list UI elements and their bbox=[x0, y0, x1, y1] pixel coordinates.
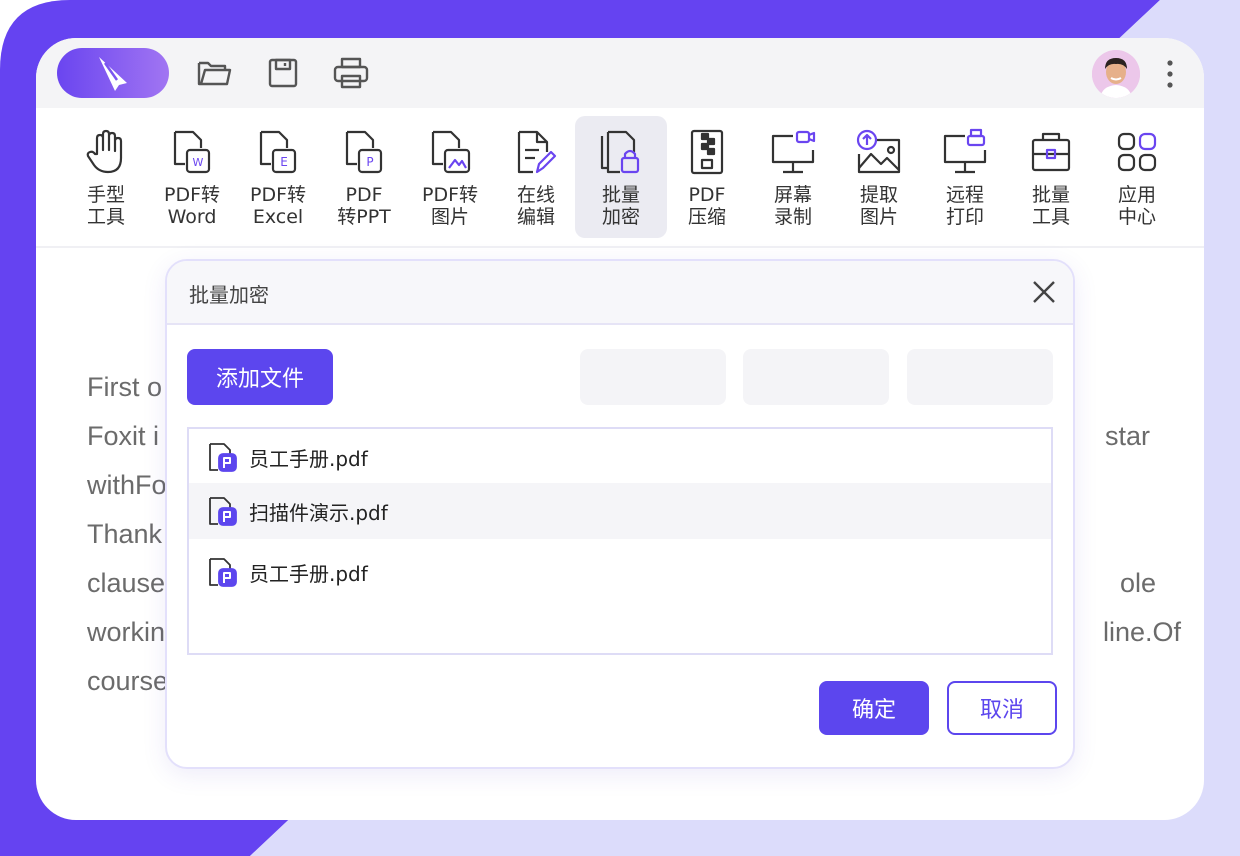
batch-encrypt-dialog: 批量加密 添加文件 员工手册.pdf 扫描件演示.pdf 员工手册.pdf 确定… bbox=[165, 259, 1075, 769]
file-name: 员工手册.pdf bbox=[249, 561, 368, 586]
batch-tools-icon bbox=[1031, 132, 1071, 172]
print-button[interactable] bbox=[333, 55, 369, 91]
app-window: 手型 工具 W PDF转 Word E PDF转 Excel P PDF 转PP… bbox=[36, 38, 1204, 820]
tool-extract-image[interactable]: 提取 图片 bbox=[833, 116, 925, 238]
tool-label: 提取 图片 bbox=[859, 184, 898, 228]
more-vertical-icon bbox=[1167, 60, 1173, 88]
tool-pdf-compress[interactable]: PDF 压缩 bbox=[661, 116, 753, 238]
extract-image-icon bbox=[856, 129, 901, 174]
add-file-button[interactable]: 添加文件 bbox=[187, 349, 333, 405]
tool-hand[interactable]: 手型 工具 bbox=[60, 116, 152, 238]
title-bar bbox=[36, 38, 1204, 108]
printer-icon bbox=[333, 57, 369, 89]
tool-app-center[interactable]: 应用 中心 bbox=[1091, 116, 1183, 238]
doc-line: workin bbox=[87, 617, 166, 647]
user-avatar[interactable] bbox=[1092, 50, 1140, 98]
app-logo-icon bbox=[99, 57, 127, 91]
app-logo-button[interactable] bbox=[57, 48, 169, 98]
svg-text:P: P bbox=[366, 155, 373, 169]
tool-label: 远程 打印 bbox=[945, 184, 984, 228]
tool-label: 屏幕 录制 bbox=[773, 184, 812, 228]
tool-label: PDF转 Word bbox=[163, 184, 221, 228]
doc-line: Foxit i bbox=[87, 421, 160, 451]
svg-text:W: W bbox=[193, 156, 204, 169]
dialog-title: 批量加密 bbox=[189, 283, 269, 307]
tool-batch-encrypt[interactable]: 批量 加密 bbox=[575, 116, 667, 238]
tool-label: 应用 中心 bbox=[1117, 184, 1156, 228]
svg-text:E: E bbox=[280, 155, 288, 169]
open-folder-button[interactable] bbox=[196, 55, 232, 91]
file-row[interactable]: 员工手册.pdf bbox=[189, 544, 1051, 600]
tool-label: PDF转 图片 bbox=[421, 184, 479, 228]
save-icon bbox=[268, 58, 298, 88]
close-icon bbox=[1033, 281, 1055, 303]
tool-remote-print[interactable]: 远程 打印 bbox=[919, 116, 1011, 238]
tool-pdf-to-word[interactable]: W PDF转 Word bbox=[146, 116, 238, 238]
placeholder-button[interactable] bbox=[907, 349, 1053, 405]
doc-line: Thank bbox=[87, 519, 163, 549]
tool-label: PDF 压缩 bbox=[687, 184, 726, 228]
tool-batch-tools[interactable]: 批量 工具 bbox=[1005, 116, 1097, 238]
file-name: 扫描件演示.pdf bbox=[249, 500, 388, 525]
more-menu-button[interactable] bbox=[1158, 56, 1182, 92]
tool-label: 手型 工具 bbox=[86, 184, 125, 228]
pdf-compress-icon bbox=[690, 129, 724, 175]
tool-screen-record[interactable]: 屏幕 录制 bbox=[747, 116, 839, 238]
tool-online-edit[interactable]: 在线 编辑 bbox=[490, 116, 582, 238]
doc-line: line.Of bbox=[1103, 617, 1182, 647]
confirm-button[interactable]: 确定 bbox=[819, 681, 929, 735]
file-list: 员工手册.pdf 扫描件演示.pdf 员工手册.pdf bbox=[187, 427, 1053, 655]
hand-icon bbox=[86, 129, 123, 174]
tool-pdf-to-image[interactable]: PDF转 图片 bbox=[404, 116, 496, 238]
doc-line: ole bbox=[1120, 568, 1157, 598]
tool-pdf-to-excel[interactable]: E PDF转 Excel bbox=[232, 116, 324, 238]
tool-ribbon: 手型 工具 W PDF转 Word E PDF转 Excel P PDF 转PP… bbox=[36, 108, 1204, 248]
tool-label: PDF 转PPT bbox=[337, 184, 391, 228]
pdf-file-icon bbox=[209, 443, 237, 472]
folder-open-icon bbox=[197, 61, 232, 86]
file-row[interactable]: 扫描件演示.pdf bbox=[189, 483, 1051, 539]
doc-line: course bbox=[87, 666, 169, 696]
pdf-to-excel-icon: E bbox=[259, 130, 297, 174]
tool-label: 批量 工具 bbox=[1031, 184, 1070, 228]
doc-line: star bbox=[1105, 421, 1151, 451]
dialog-header: 批量加密 bbox=[167, 261, 1073, 325]
close-button[interactable] bbox=[1029, 277, 1059, 307]
file-name: 员工手册.pdf bbox=[249, 446, 368, 471]
avatar-icon bbox=[1092, 50, 1140, 98]
pdf-to-word-icon: W bbox=[173, 130, 211, 174]
pdf-file-icon bbox=[209, 558, 237, 587]
batch-encrypt-icon bbox=[600, 130, 640, 174]
cancel-button[interactable]: 取消 bbox=[947, 681, 1057, 735]
save-button[interactable] bbox=[265, 55, 301, 91]
placeholder-button[interactable] bbox=[580, 349, 726, 405]
doc-line: First o bbox=[87, 372, 163, 402]
app-center-icon bbox=[1117, 132, 1157, 172]
doc-line: clause bbox=[87, 568, 166, 598]
online-edit-icon bbox=[517, 130, 557, 174]
tool-label: PDF转 Excel bbox=[249, 184, 307, 228]
tool-label: 在线 编辑 bbox=[516, 184, 555, 228]
pdf-to-ppt-icon: P bbox=[345, 130, 383, 174]
remote-print-icon bbox=[943, 128, 987, 174]
tool-pdf-to-ppt[interactable]: P PDF 转PPT bbox=[318, 116, 410, 238]
doc-line: withFo bbox=[87, 470, 167, 500]
placeholder-button[interactable] bbox=[743, 349, 889, 405]
file-row[interactable]: 员工手册.pdf bbox=[189, 429, 1051, 485]
pdf-file-icon bbox=[209, 497, 237, 526]
pdf-to-image-icon bbox=[431, 130, 471, 174]
screen-record-icon bbox=[771, 130, 816, 174]
tool-label: 批量 加密 bbox=[601, 184, 640, 228]
